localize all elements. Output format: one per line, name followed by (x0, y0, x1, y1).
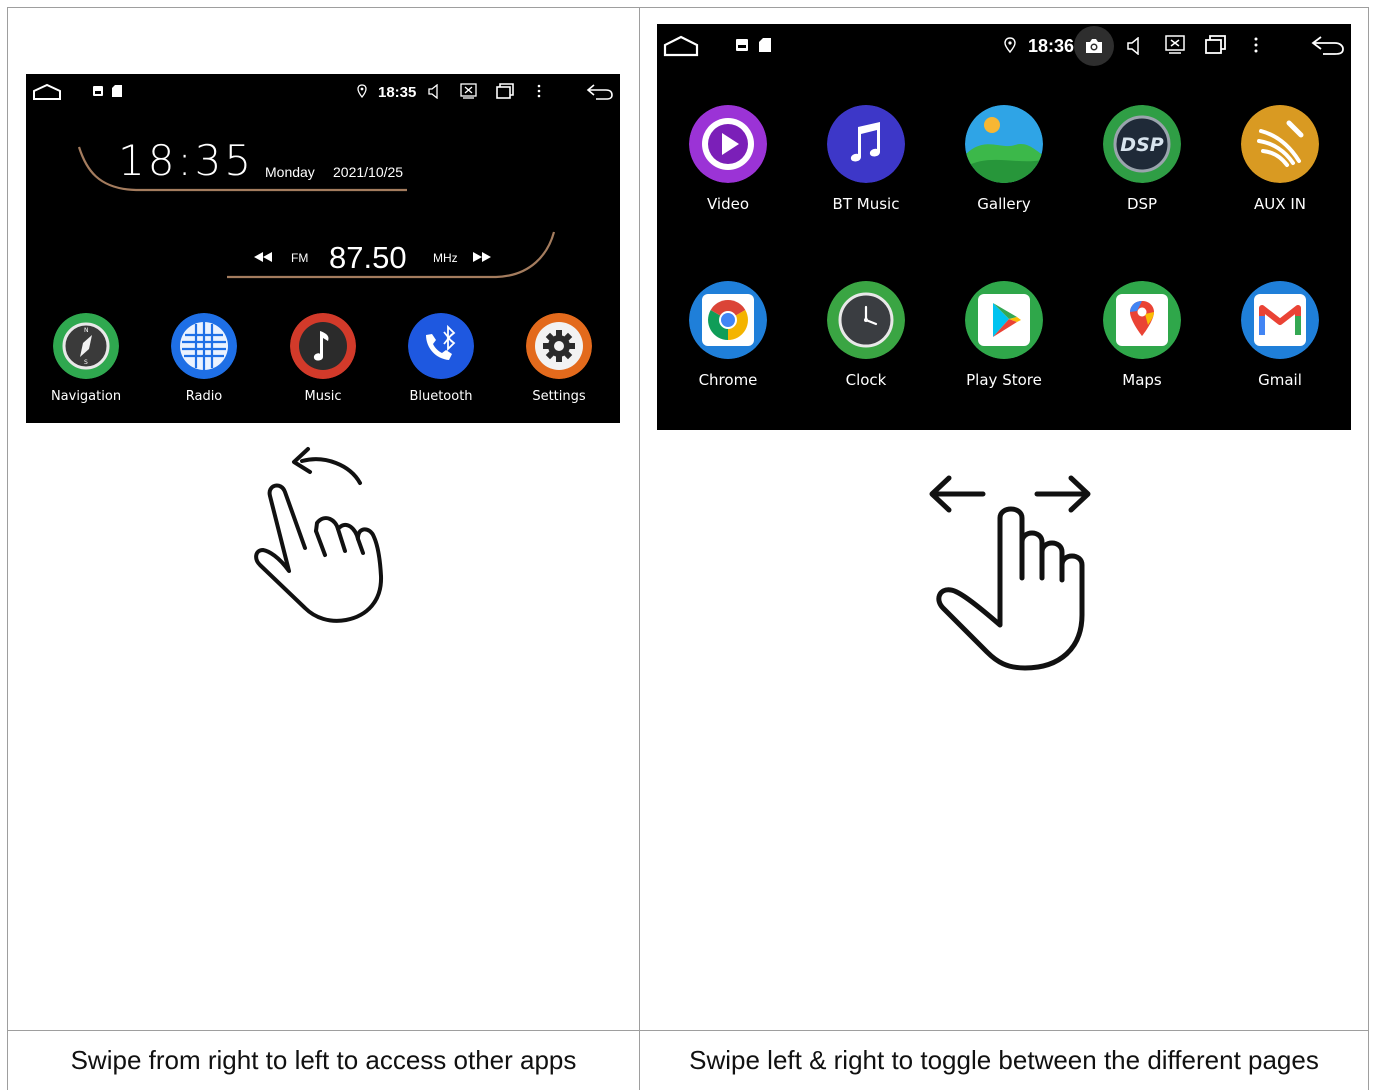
app-clock[interactable]: Clock (827, 281, 905, 391)
caption-left: Swipe from right to left to access other… (70, 1045, 577, 1075)
right-apps-screen: 18:36 Video BT Music Gallery DSP DSP AUX… (657, 24, 1351, 430)
sd-card-icon (112, 85, 122, 97)
table-divider-column (639, 7, 640, 1090)
app-video[interactable]: Video (689, 105, 767, 215)
location-icon (357, 84, 367, 98)
sd-card-icon (759, 38, 771, 52)
image-notification-icon (93, 86, 103, 96)
radio-band: FM (291, 251, 309, 265)
app-music[interactable]: Music (290, 313, 356, 413)
radio-frequency: 87.50 (329, 240, 407, 275)
bluetooth-icon (408, 313, 474, 379)
table-border-left (7, 7, 8, 1090)
recent-apps-icon[interactable] (1205, 35, 1226, 54)
screen-off-icon[interactable] (460, 83, 477, 99)
svg-text:N: N (84, 327, 89, 334)
maps-icon (1103, 281, 1181, 359)
radio-unit: MHz (433, 251, 458, 265)
navigation-icon: NS (53, 313, 119, 379)
gmail-icon (1241, 281, 1319, 359)
app-settings[interactable]: Settings (526, 313, 592, 413)
app-label: DSP (1126, 195, 1158, 213)
app-gallery[interactable]: Gallery (965, 105, 1043, 215)
status-time: 18:35 (378, 84, 417, 101)
aux-in-icon (1241, 105, 1319, 183)
music-icon (290, 313, 356, 379)
clock-day: Monday (265, 164, 315, 180)
back-icon[interactable] (586, 83, 614, 101)
screenshot-button[interactable] (1074, 26, 1114, 66)
app-label: Gallery (977, 195, 1031, 213)
volume-icon[interactable] (1127, 37, 1143, 55)
app-bt-music[interactable]: BT Music (827, 105, 905, 215)
svg-text:S: S (84, 359, 88, 366)
app-gmail[interactable]: Gmail (1241, 281, 1319, 391)
bt-music-icon (827, 105, 905, 183)
settings-icon (526, 313, 592, 379)
table-border-top (7, 7, 1369, 8)
status-time: 18:36 (1028, 36, 1075, 56)
image-notification-icon (736, 39, 748, 51)
app-label: Music (304, 389, 342, 404)
app-label: Clock (845, 371, 887, 389)
app-navigation[interactable]: NS Navigation (51, 313, 121, 413)
app-label: AUX IN (1254, 195, 1306, 213)
more-menu-icon[interactable] (536, 84, 542, 98)
status-bar: 18:36 (657, 24, 1351, 68)
swipe-left-right-gesture-icon (929, 475, 1091, 671)
app-dsp[interactable]: DSP DSP (1103, 105, 1181, 215)
back-icon[interactable] (1311, 35, 1345, 57)
clock-time: 18:35 (118, 136, 255, 185)
recent-apps-icon[interactable] (496, 83, 514, 99)
screen-off-icon[interactable] (1165, 35, 1185, 54)
location-icon (1004, 37, 1016, 53)
volume-icon[interactable] (428, 84, 442, 99)
home-icon[interactable] (32, 83, 62, 101)
app-label: Gmail (1258, 371, 1302, 389)
app-label: BT Music (832, 195, 900, 213)
app-bluetooth[interactable]: Bluetooth (408, 313, 474, 413)
radio-icon (171, 313, 237, 379)
app-maps[interactable]: Maps (1103, 281, 1181, 391)
swipe-left-gesture-icon (254, 447, 384, 623)
home-icon[interactable] (663, 35, 699, 57)
app-radio[interactable]: Radio (171, 313, 237, 413)
app-label: Bluetooth (409, 389, 473, 404)
dsp-icon: DSP (1103, 105, 1181, 183)
app-label: Settings (532, 389, 586, 404)
table-border-right (1368, 7, 1369, 1090)
clock-date: 2021/10/25 (333, 164, 404, 180)
app-label: Chrome (698, 371, 758, 389)
svg-text:DSP: DSP (1120, 134, 1163, 156)
app-aux-in[interactable]: AUX IN (1241, 105, 1319, 215)
left-home-screen: 18:35 18:35 Monday 2021/10/25 FM 87.50 M… (26, 74, 620, 423)
app-label: Video (706, 195, 750, 213)
clock-icon (827, 281, 905, 359)
play-store-icon (965, 281, 1043, 359)
caption-right: Swipe left & right to toggle between the… (689, 1045, 1319, 1075)
app-play-store[interactable]: Play Store (965, 281, 1043, 391)
app-label: Radio (185, 389, 223, 404)
camera-icon (1086, 39, 1102, 53)
app-label: Maps (1122, 371, 1162, 389)
app-label: Navigation (50, 389, 122, 404)
rewind-icon[interactable] (253, 251, 273, 263)
fast-forward-icon[interactable] (472, 251, 492, 263)
app-label: Play Store (966, 371, 1042, 389)
gallery-icon (965, 105, 1043, 183)
more-menu-icon[interactable] (1253, 37, 1259, 53)
chrome-icon (689, 281, 767, 359)
status-bar: 18:35 (26, 74, 620, 110)
app-chrome[interactable]: Chrome (689, 281, 767, 391)
video-icon (689, 105, 767, 183)
